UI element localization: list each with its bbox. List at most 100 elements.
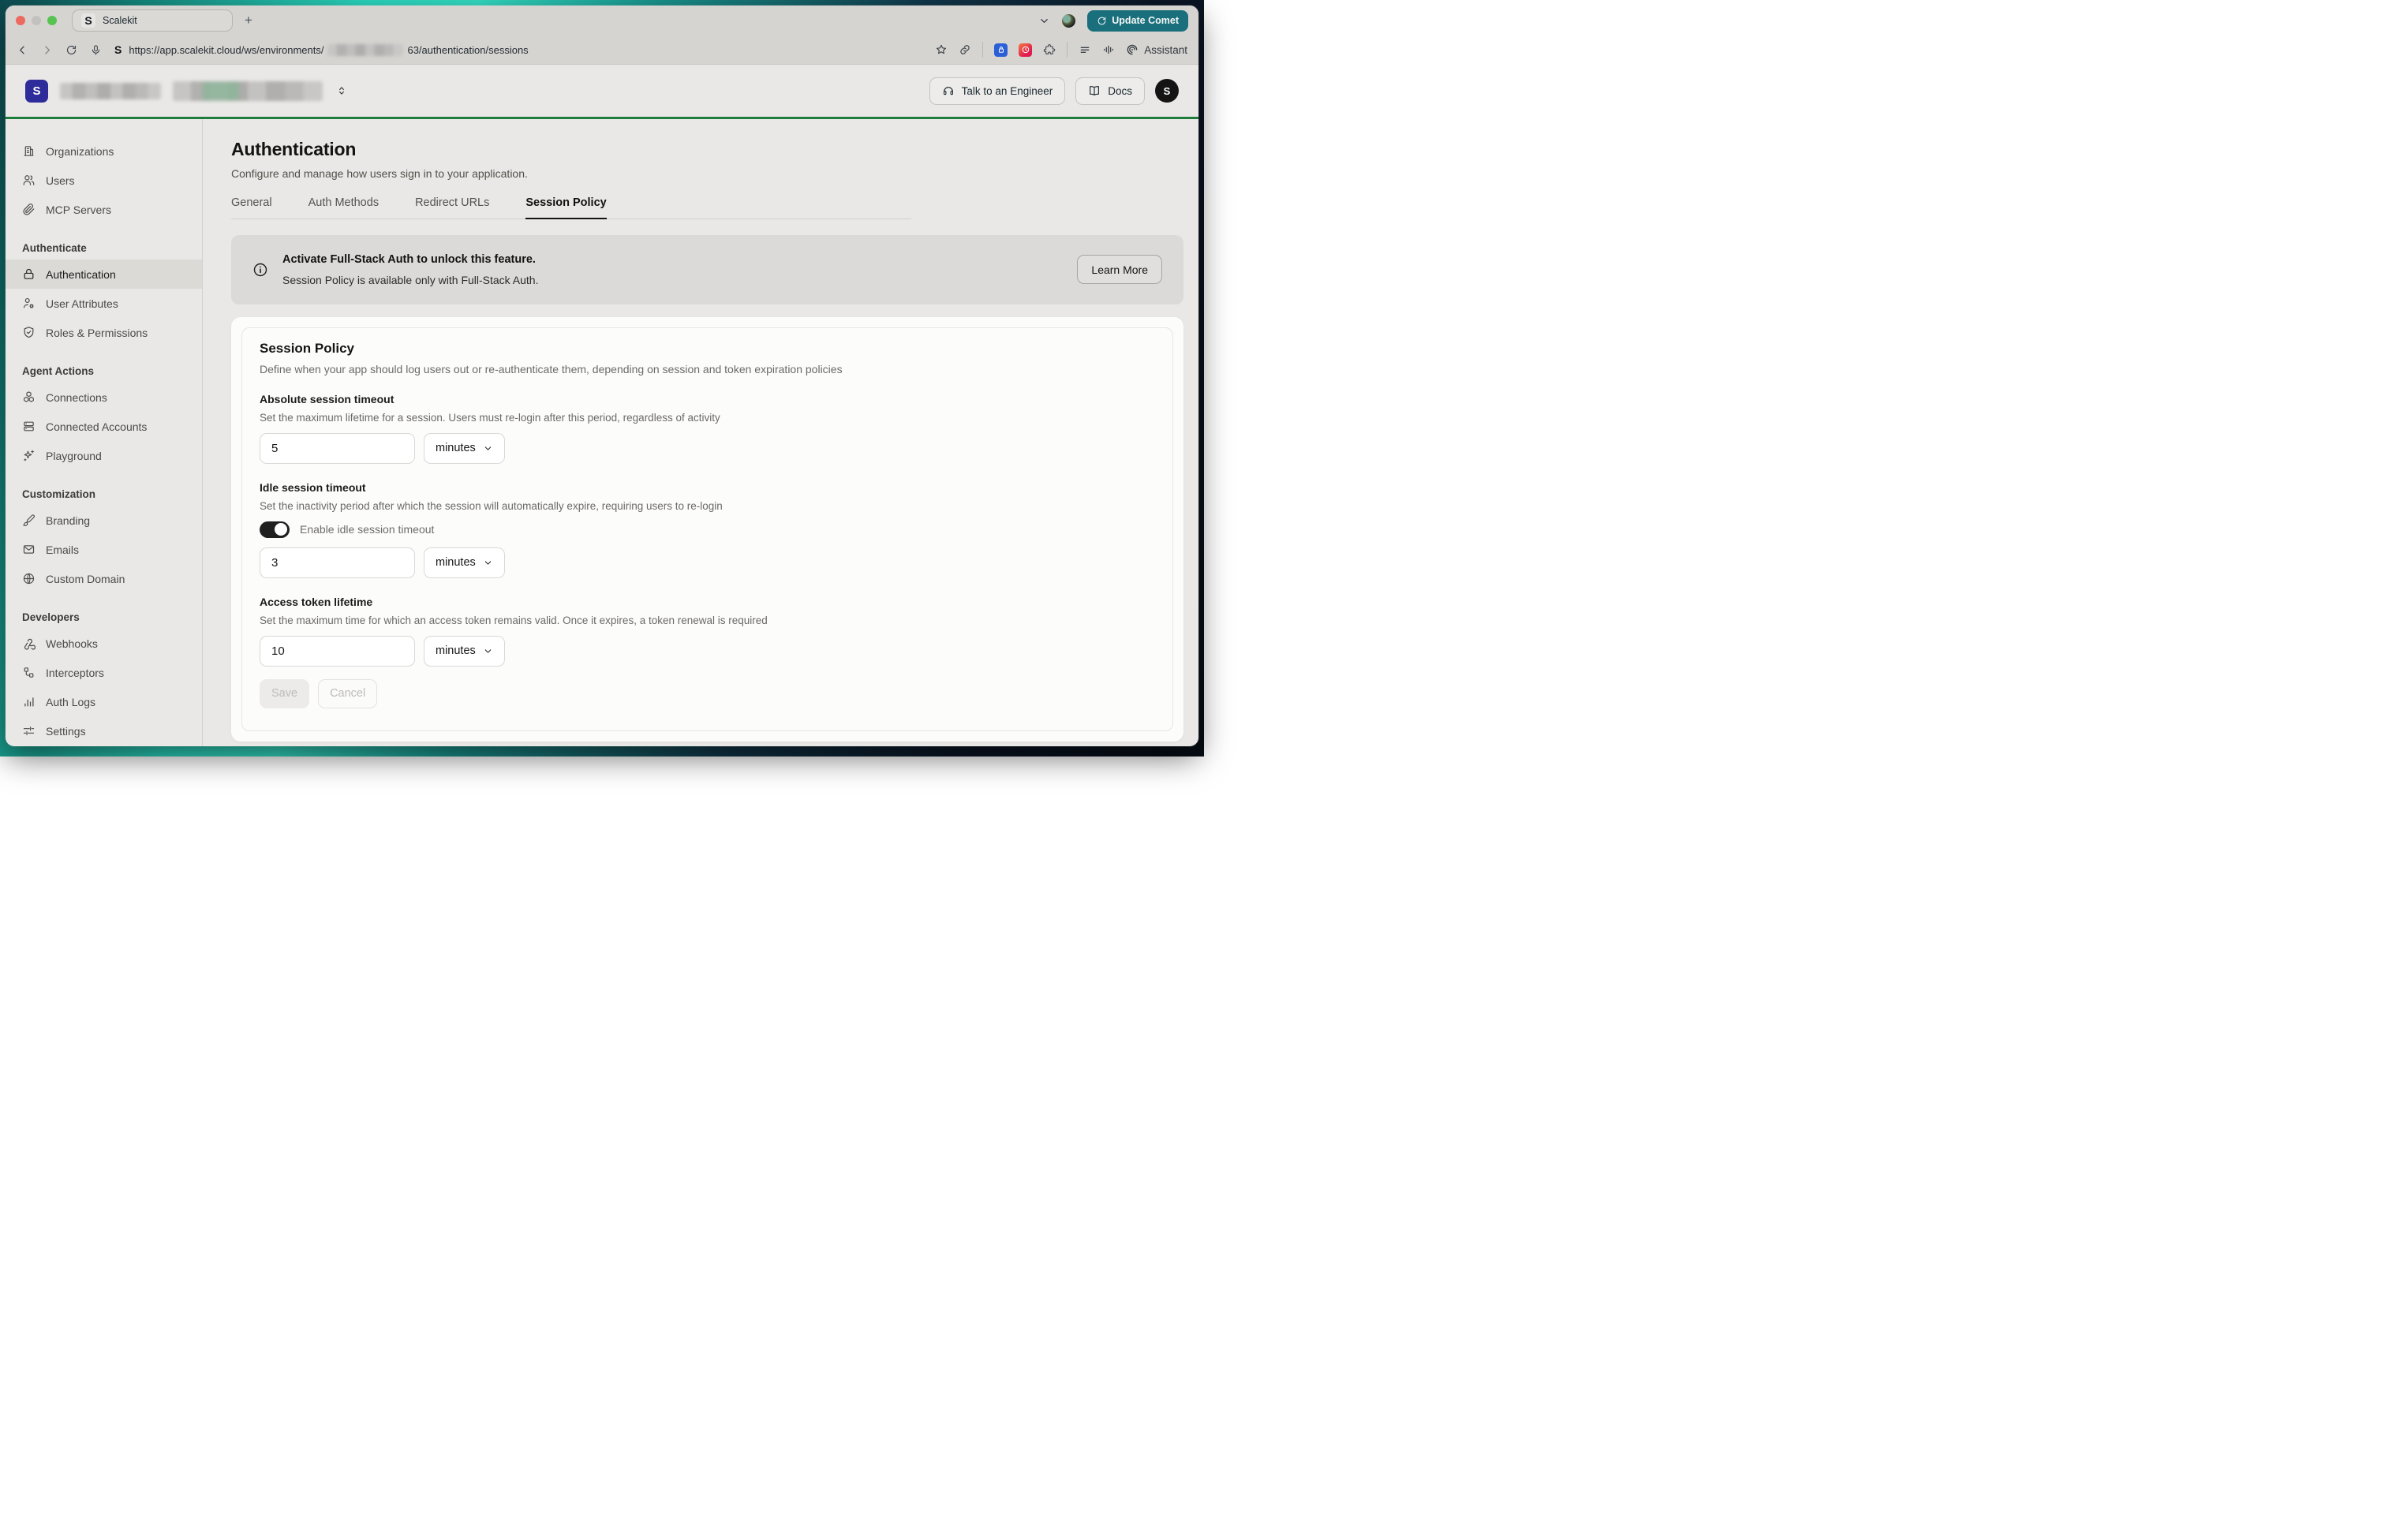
- browser-toolbar: S https://app.scalekit.cloud/ws/environm…: [6, 35, 1198, 65]
- reload-button[interactable]: [65, 44, 77, 56]
- environment-switcher-icon[interactable]: [336, 85, 347, 96]
- idle-timeout-input[interactable]: [260, 547, 415, 578]
- extensions-puzzle-icon[interactable]: [1043, 43, 1056, 56]
- window-controls: [16, 16, 57, 25]
- sidebar-item-roles-permissions[interactable]: Roles & Permissions: [6, 318, 202, 347]
- idle-timeout-toggle-label: Enable idle session timeout: [300, 523, 434, 536]
- zoom-window-button[interactable]: [47, 16, 57, 25]
- desktop: S Scalekit + Update Comet S: [0, 0, 1204, 756]
- back-button[interactable]: [17, 44, 28, 56]
- idle-timeout-label: Idle session timeout: [260, 481, 1155, 494]
- upgrade-banner: Activate Full-Stack Auth to unlock this …: [231, 235, 1183, 304]
- sidebar-item-playground[interactable]: Playground: [6, 441, 202, 470]
- learn-more-button[interactable]: Learn More: [1077, 255, 1162, 284]
- chevron-down-icon: [483, 443, 493, 454]
- sidebar-item-custom-domain[interactable]: Custom Domain: [6, 564, 202, 593]
- minimize-window-button[interactable]: [32, 16, 41, 25]
- sidebar-item-authentication[interactable]: Authentication: [6, 260, 202, 289]
- sidebar-item-user-attributes[interactable]: User Attributes: [6, 289, 202, 318]
- sidebar-section-customization: Customization: [6, 482, 202, 506]
- talk-to-engineer-button[interactable]: Talk to an Engineer: [929, 77, 1066, 105]
- access-token-input[interactable]: [260, 636, 415, 667]
- access-token-unit-select[interactable]: minutes: [424, 636, 505, 667]
- browser-tab[interactable]: S Scalekit: [72, 9, 233, 32]
- banner-subtitle: Session Policy is available only with Fu…: [282, 274, 538, 286]
- info-icon: [252, 262, 268, 278]
- assistant-button[interactable]: Assistant: [1126, 43, 1187, 56]
- banner-title: Activate Full-Stack Auth to unlock this …: [282, 253, 538, 266]
- headphones-icon: [942, 84, 955, 97]
- forward-button[interactable]: [41, 44, 53, 56]
- url-prefix: https://app.scalekit.cloud/ws/environmen…: [129, 44, 323, 56]
- idle-timeout-description: Set the inactivity period after which th…: [260, 500, 1155, 512]
- page-title: Authentication: [231, 139, 1183, 160]
- sidebar-item-organizations[interactable]: Organizations: [6, 136, 202, 166]
- app-header: S Talk to an Engineer Docs S: [6, 65, 1198, 117]
- address-bar[interactable]: S https://app.scalekit.cloud/ws/environm…: [114, 43, 529, 56]
- chevron-down-icon: [483, 646, 493, 656]
- sidebar-section-agent-actions: Agent Actions: [6, 359, 202, 383]
- new-tab-button[interactable]: +: [245, 13, 252, 28]
- sidebar-item-settings[interactable]: Settings: [6, 716, 202, 745]
- tab-session-policy[interactable]: Session Policy: [525, 196, 606, 219]
- sidebar-item-mcp-servers[interactable]: MCP Servers: [6, 195, 202, 224]
- redacted-environment-name[interactable]: [173, 81, 323, 101]
- access-token-description: Set the maximum time for which an access…: [260, 615, 1155, 626]
- password-manager-extension-icon[interactable]: [994, 43, 1008, 57]
- toggle-knob: [275, 523, 287, 536]
- copy-link-icon[interactable]: [959, 43, 971, 56]
- save-button[interactable]: Save: [260, 679, 309, 708]
- book-icon: [1088, 84, 1101, 97]
- update-comet-button[interactable]: Update Comet: [1087, 10, 1188, 32]
- redacted-workspace-name: [60, 83, 161, 99]
- sidebar: Organizations Users MCP Servers Authenti…: [6, 119, 203, 746]
- timer-extension-icon[interactable]: [1019, 43, 1032, 57]
- tab-overview-chevron-icon[interactable]: [1038, 15, 1050, 27]
- sidebar-item-branding[interactable]: Branding: [6, 506, 202, 535]
- sidebar-item-users[interactable]: Users: [6, 166, 202, 195]
- sidebar-section-developers: Developers: [6, 605, 202, 629]
- cancel-button[interactable]: Cancel: [318, 679, 377, 708]
- tab-redirect-urls[interactable]: Redirect URLs: [415, 196, 489, 219]
- bookmark-star-icon[interactable]: [935, 43, 948, 56]
- absolute-timeout-unit-select[interactable]: minutes: [424, 433, 505, 464]
- docs-button[interactable]: Docs: [1075, 77, 1145, 105]
- tab-favicon: S: [81, 13, 95, 28]
- refresh-icon: [1097, 16, 1107, 26]
- url-suffix: 63/authentication/sessions: [407, 44, 528, 56]
- reading-list-icon[interactable]: [1079, 43, 1091, 56]
- sidebar-item-connected-accounts[interactable]: Connected Accounts: [6, 412, 202, 441]
- browser-tab-bar: S Scalekit + Update Comet: [6, 6, 1198, 35]
- site-favicon: S: [114, 43, 122, 56]
- browser-profile-avatar[interactable]: [1062, 14, 1075, 28]
- absolute-timeout-description: Set the maximum lifetime for a session. …: [260, 412, 1155, 424]
- sidebar-item-emails[interactable]: Emails: [6, 535, 202, 564]
- user-avatar[interactable]: S: [1155, 79, 1179, 103]
- comet-assistant-icon: [1126, 43, 1139, 56]
- absolute-timeout-input[interactable]: [260, 433, 415, 464]
- environment-badge: [203, 81, 239, 101]
- scalekit-logo: S: [25, 80, 48, 103]
- card-description: Define when your app should log users ou…: [260, 363, 1155, 375]
- card-title: Session Policy: [260, 341, 1155, 357]
- session-policy-card-inner: Session Policy Define when your app shou…: [241, 327, 1173, 732]
- tab-bar: General Auth Methods Redirect URLs Sessi…: [231, 196, 911, 219]
- toolbar-divider: [982, 42, 983, 58]
- voice-waveform-icon[interactable]: [1102, 43, 1115, 56]
- absolute-timeout-label: Absolute session timeout: [260, 393, 1155, 405]
- idle-timeout-toggle[interactable]: [260, 521, 290, 538]
- sidebar-item-webhooks[interactable]: Webhooks: [6, 629, 202, 658]
- tab-general[interactable]: General: [231, 196, 272, 219]
- voice-search-icon[interactable]: [90, 44, 102, 56]
- sidebar-item-auth-logs[interactable]: Auth Logs: [6, 687, 202, 716]
- sidebar-item-interceptors[interactable]: Interceptors: [6, 658, 202, 687]
- browser-window: S Scalekit + Update Comet S: [6, 6, 1198, 746]
- idle-timeout-unit-select[interactable]: minutes: [424, 547, 505, 578]
- main-content: Authentication Configure and manage how …: [203, 119, 1198, 746]
- tab-auth-methods[interactable]: Auth Methods: [308, 196, 379, 219]
- sidebar-item-connections[interactable]: Connections: [6, 383, 202, 412]
- session-policy-card: Session Policy Define when your app shou…: [231, 317, 1183, 742]
- sidebar-section-authenticate: Authenticate: [6, 236, 202, 260]
- tab-title: Scalekit: [103, 15, 137, 26]
- close-window-button[interactable]: [16, 16, 25, 25]
